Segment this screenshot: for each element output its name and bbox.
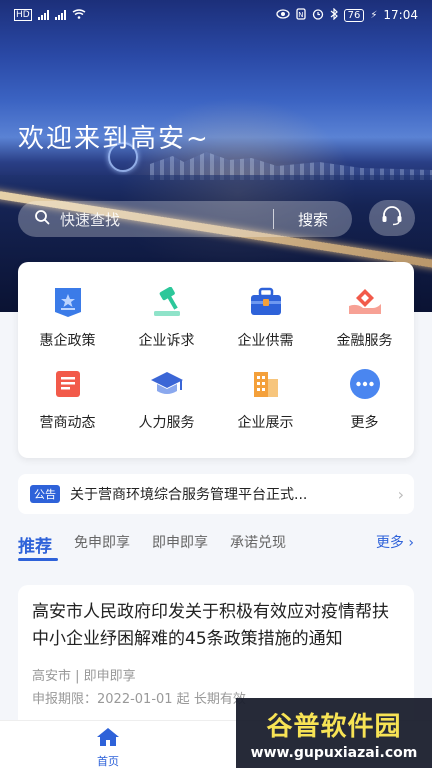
services-grid: 惠企政策 企业诉求 企业供需 金融服务 营商动态 人力服务 企业展示 更多 (18, 262, 414, 450)
more-link[interactable]: 更多 › (376, 532, 414, 552)
service-label: 企业诉求 (138, 333, 195, 349)
nfc-icon: N (295, 7, 306, 23)
headset-icon (381, 206, 403, 230)
service-more[interactable]: 更多 (315, 368, 414, 450)
nav-home-label: 首页 (97, 755, 119, 768)
chevron-right-icon: › (408, 535, 414, 551)
tab-exempt-apply[interactable]: 免申即享 (74, 532, 130, 552)
nav-home[interactable]: 首页 (90, 727, 126, 768)
chevron-right-icon: › (397, 484, 404, 504)
gavel-icon (149, 286, 185, 318)
service-label: 金融服务 (336, 333, 393, 349)
site-watermark: 谷普软件园 www.gupuxiazai.com (236, 698, 432, 768)
service-label: 营商动态 (39, 415, 96, 431)
home-icon (96, 727, 120, 751)
clock-time: 17:04 (383, 8, 418, 22)
services-card: 惠企政策 企业诉求 企业供需 金融服务 营商动态 人力服务 企业展示 更多 (18, 262, 414, 458)
announcement-text[interactable]: 关于营商环境综合服务管理平台正式... (70, 484, 398, 504)
network-type: HD (14, 9, 32, 21)
more-icon (347, 368, 383, 400)
svg-text:N: N (298, 11, 303, 19)
alarm-icon (312, 8, 324, 23)
welcome-title: 欢迎来到高安~ (18, 124, 210, 154)
signal-icon-2 (54, 10, 66, 20)
signal-icon (37, 10, 49, 20)
search-button[interactable]: 搜索 (274, 209, 352, 230)
service-business-news[interactable]: 营商动态 (18, 368, 117, 450)
tab-instant-apply[interactable]: 即申即享 (152, 532, 208, 552)
search-input[interactable]: 快速查找 (60, 209, 273, 230)
service-supply-demand[interactable]: 企业供需 (216, 286, 315, 368)
service-policy[interactable]: 惠企政策 (18, 286, 117, 368)
article-title[interactable]: 高安市人民政府印发关于积极有效应对疫情帮扶中小企业纾困解难的45条政策措施的通知 (32, 599, 400, 653)
service-label: 惠企政策 (39, 333, 96, 349)
wifi-icon (72, 8, 86, 22)
finance-icon (347, 286, 383, 318)
bluetooth-icon (330, 7, 338, 23)
watermark-url: www.gupuxiazai.com (250, 744, 418, 761)
toolbox-icon (248, 286, 284, 318)
service-hr[interactable]: 人力服务 (117, 368, 216, 450)
service-label: 企业供需 (237, 333, 294, 349)
service-finance[interactable]: 金融服务 (315, 286, 414, 368)
news-icon (50, 368, 86, 400)
charging-icon: ⚡ (370, 9, 378, 21)
watermark-brand: 谷普软件园 (266, 711, 402, 742)
category-tabs: 推荐 免申即享 即申即享 承诺兑现 更多 › (18, 532, 414, 568)
battery-indicator: 76 (343, 8, 365, 22)
tab-promise-fulfill[interactable]: 承诺兑现 (230, 532, 286, 552)
service-label: 更多 (350, 415, 379, 431)
search-icon (34, 209, 50, 229)
customer-service-button[interactable] (369, 200, 415, 236)
service-label: 人力服务 (138, 415, 195, 431)
buildings-icon (248, 368, 284, 400)
service-appeal[interactable]: 企业诉求 (117, 286, 216, 368)
announcement-bar[interactable]: 公告 关于营商环境综合服务管理平台正式... › (18, 474, 414, 514)
eye-icon (275, 8, 290, 22)
policy-icon (50, 286, 86, 318)
tab-recommend[interactable]: 推荐 (18, 532, 58, 561)
service-showcase[interactable]: 企业展示 (216, 368, 315, 450)
article-source: 高安市 | 即申即享 (32, 669, 136, 684)
more-label: 更多 (375, 535, 404, 551)
announcement-tag: 公告 (30, 485, 60, 503)
service-label: 企业展示 (237, 415, 294, 431)
graduation-cap-icon (149, 368, 185, 400)
status-bar: HD N 76 ⚡ 17:04 (0, 0, 432, 30)
search-bar[interactable]: 快速查找 搜索 (18, 201, 352, 237)
